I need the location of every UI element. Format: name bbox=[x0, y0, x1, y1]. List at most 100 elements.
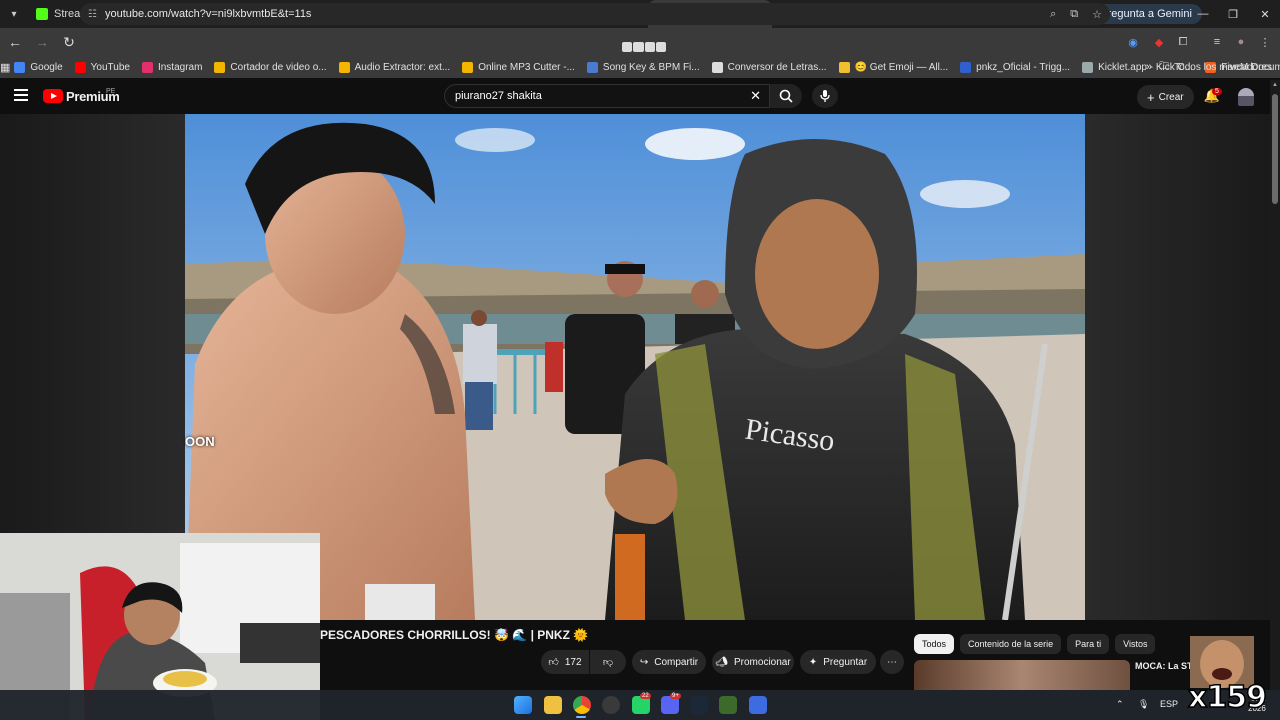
ask-button[interactable]: ✦ Preguntar bbox=[800, 650, 876, 674]
site-info-icon[interactable]: ☷ bbox=[88, 9, 97, 20]
steam-icon[interactable] bbox=[690, 696, 708, 714]
reload-button[interactable]: ↻ bbox=[57, 30, 81, 54]
address-bar[interactable]: ☷ youtube.com/watch?v=ni9lxbvmtbE&t=11s … bbox=[80, 3, 1110, 25]
extension-icon[interactable]: ◉ bbox=[1124, 33, 1142, 51]
notification-count-badge: 5 bbox=[1212, 88, 1222, 95]
obs-icon[interactable] bbox=[602, 696, 620, 714]
extensions-puzzle-icon[interactable]: ⧠ bbox=[1174, 33, 1192, 51]
tray-overflow-chevron-icon[interactable]: ⌃ bbox=[1116, 699, 1124, 710]
video-player[interactable]: Picasso bbox=[185, 114, 1085, 620]
bookmark-item[interactable]: Instagram bbox=[141, 61, 202, 73]
overlay-counter-text: x159 bbox=[1187, 679, 1267, 716]
extension-icon[interactable]: ◆ bbox=[1150, 33, 1168, 51]
avatar[interactable] bbox=[1238, 88, 1254, 106]
chip-for-you[interactable]: Para ti bbox=[1067, 634, 1110, 654]
bookmark-item[interactable]: YouTube bbox=[74, 61, 130, 73]
bookmark-favicon-icon bbox=[711, 61, 723, 73]
bookmark-favicon-icon bbox=[214, 61, 226, 73]
zoom-search-icon[interactable]: ⌕ bbox=[1050, 8, 1056, 21]
bookmark-favicon-icon bbox=[338, 61, 350, 73]
bookmark-label: YouTube bbox=[90, 61, 130, 73]
app-icon[interactable] bbox=[749, 696, 767, 714]
search-input[interactable]: piurano27 shakita ✕ bbox=[444, 84, 770, 108]
discord-badge: 9+ bbox=[670, 693, 681, 699]
more-horizontal-icon: ⋯ bbox=[887, 656, 897, 668]
voice-search-button[interactable] bbox=[812, 84, 838, 108]
hamburger-menu-icon[interactable] bbox=[14, 89, 28, 101]
bookmark-favicon-icon bbox=[14, 61, 26, 73]
thumbs-down-icon: 👎︎ bbox=[602, 657, 614, 668]
browser-menu-icon[interactable]: ⋮ bbox=[1256, 33, 1274, 51]
bookmark-label: Online MP3 Cutter -... bbox=[478, 61, 575, 73]
input-language[interactable]: ESP bbox=[1160, 699, 1178, 709]
chrome-icon[interactable] bbox=[573, 696, 591, 714]
bookmark-item[interactable]: 😊 Get Emoji — All... bbox=[838, 61, 949, 73]
bookmark-item[interactable]: Song Key & BPM Fi... bbox=[586, 61, 700, 73]
player-ambient-right bbox=[1085, 114, 1270, 620]
chip-watched[interactable]: Vistos bbox=[1115, 634, 1156, 654]
youtube-logo-icon[interactable] bbox=[43, 89, 63, 103]
more-actions-button[interactable]: ⋯ bbox=[880, 650, 904, 674]
bookmark-label: Song Key & BPM Fi... bbox=[602, 61, 700, 73]
video-caption-text: OON bbox=[185, 434, 215, 449]
bookmark-item[interactable]: Conversor de Letras... bbox=[711, 61, 827, 73]
restore-window-button[interactable]: ❐ bbox=[1218, 0, 1248, 28]
all-bookmarks-label: Todos los marcadores bbox=[1174, 61, 1272, 73]
search-button[interactable] bbox=[770, 84, 802, 108]
all-bookmarks-button[interactable]: 🗀 Todos los marcadores bbox=[1159, 56, 1272, 78]
active-app-indicator bbox=[576, 716, 586, 718]
scroll-up-arrow-icon[interactable]: ▲ bbox=[1272, 82, 1278, 88]
chip-series-content[interactable]: Contenido de la serie bbox=[960, 634, 1062, 654]
bookmark-favicon-icon bbox=[141, 61, 153, 73]
thumbs-up-icon: 👍︎ bbox=[548, 657, 559, 668]
search-icon bbox=[779, 89, 793, 103]
bookmark-favicon-icon bbox=[586, 61, 598, 73]
back-button[interactable]: ← bbox=[3, 30, 27, 54]
start-button-icon[interactable] bbox=[514, 696, 532, 714]
recommended-video-thumbnail[interactable] bbox=[914, 660, 1130, 690]
bookmark-favicon-icon bbox=[462, 61, 474, 73]
scrollbar-thumb[interactable] bbox=[1272, 94, 1278, 204]
share-button[interactable]: ↪ Compartir bbox=[632, 650, 706, 674]
minecraft-launcher-icon[interactable] bbox=[719, 696, 737, 714]
recommended-video-title[interactable]: MOCA: La STR Más MALAGRA INTERNET bbox=[1135, 661, 1195, 672]
bookmark-favicon-icon bbox=[1082, 61, 1094, 73]
plus-icon: + bbox=[1147, 89, 1155, 105]
page-scrollbar[interactable] bbox=[1270, 80, 1280, 690]
bookmark-label: Conversor de Letras... bbox=[727, 61, 827, 73]
sparkle-icon: ✦ bbox=[808, 656, 818, 668]
profile-avatar-icon[interactable]: ● bbox=[1232, 33, 1250, 51]
bookmark-item[interactable]: pnkz_Oficial - Trigg... bbox=[960, 61, 1070, 73]
bookmark-star-icon[interactable]: ☆ bbox=[1092, 8, 1102, 21]
media-control-indicator[interactable] bbox=[622, 42, 666, 52]
bookmark-item[interactable]: Cortador de video o... bbox=[214, 61, 327, 73]
megaphone-icon: 📣︎ bbox=[715, 656, 728, 668]
apps-grid-icon[interactable]: ▦ bbox=[0, 61, 10, 74]
share-label: Compartir bbox=[654, 656, 699, 668]
ask-gemini-label: Pregunta a Gemini bbox=[1100, 8, 1192, 20]
more-bookmarks-chevron-icon[interactable]: » bbox=[1146, 56, 1152, 78]
bookmark-favicon-icon bbox=[74, 61, 86, 73]
media-queue-icon[interactable]: ≡ bbox=[1208, 33, 1226, 51]
search-query-text: piurano27 shakita bbox=[455, 90, 542, 102]
bookmark-label: 😊 Get Emoji — All... bbox=[854, 61, 949, 73]
file-explorer-icon[interactable] bbox=[544, 696, 562, 714]
forward-button[interactable]: → bbox=[30, 30, 54, 54]
create-button[interactable]: + Crear bbox=[1137, 85, 1194, 109]
tab-search-chevron-icon[interactable]: ▾ bbox=[0, 0, 28, 28]
promote-button[interactable]: 📣︎ Promocionar bbox=[712, 650, 794, 674]
url-text: youtube.com/watch?v=ni9lxbvmtbE&t=11s bbox=[104, 8, 312, 20]
bookmark-item[interactable]: Audio Extractor: ext... bbox=[338, 61, 450, 73]
like-button[interactable]: 👍︎ 172 bbox=[541, 650, 589, 674]
install-app-icon[interactable]: ⧉ bbox=[1070, 8, 1078, 21]
clear-search-icon[interactable]: ✕ bbox=[750, 88, 761, 104]
bookmark-item[interactable]: Online MP3 Cutter -... bbox=[462, 61, 575, 73]
minimize-window-button[interactable]: — bbox=[1188, 0, 1218, 28]
bookmarks-bar: ▦ Google YouTube Instagram Cortador de vide… bbox=[0, 56, 1280, 78]
microphone-tray-icon[interactable]: 🎙︎ bbox=[1138, 699, 1149, 710]
close-window-button[interactable]: ✕ bbox=[1250, 0, 1280, 28]
dislike-button[interactable]: 👎︎ bbox=[590, 650, 626, 674]
chip-todos[interactable]: Todos bbox=[914, 634, 955, 654]
whatsapp-badge: 22 bbox=[640, 693, 651, 699]
bookmark-item[interactable]: Google bbox=[14, 61, 63, 73]
